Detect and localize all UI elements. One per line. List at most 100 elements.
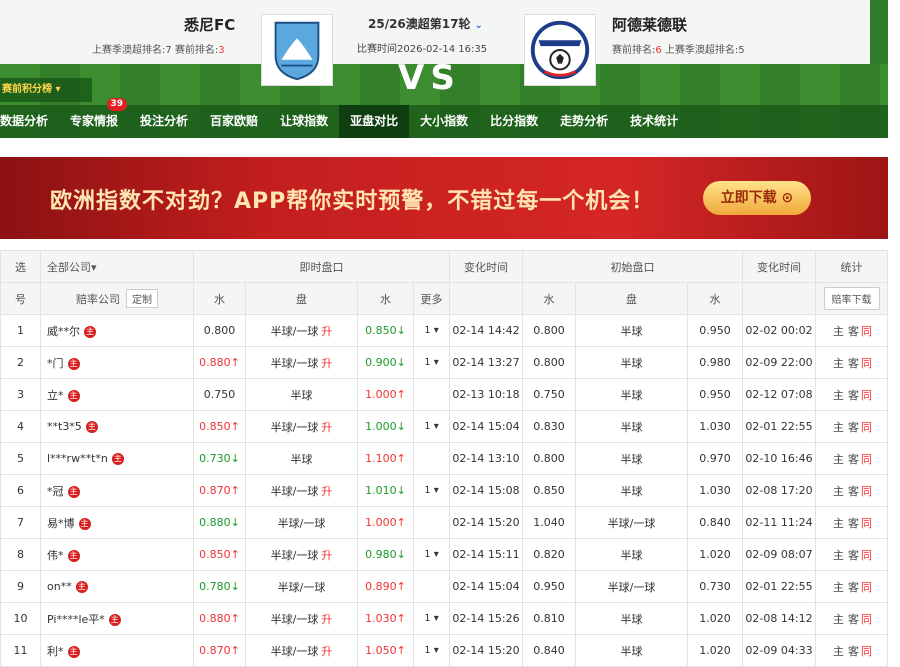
home-stats-link[interactable]: 主 — [833, 581, 844, 594]
away-team-name[interactable]: 阿德莱德联 — [612, 14, 687, 35]
nav-tab-1[interactable]: 专家情报 39 — [59, 98, 129, 138]
standings-dropdown[interactable]: 赛前积分榜 ▾ — [0, 78, 92, 102]
download-app-button[interactable]: 立即下载 ⊙ — [703, 181, 811, 215]
bookmaker-cell[interactable]: Pi****le平* 主 — [40, 602, 194, 635]
init-handicap-value: 半球/一球 — [607, 580, 656, 594]
away-stats-link[interactable]: 客 — [848, 517, 859, 530]
nav-tab-2[interactable]: 投注分析 — [129, 105, 199, 138]
away-team-logo[interactable] — [524, 14, 596, 86]
odds-download-button[interactable]: 赔率下载 — [823, 287, 880, 310]
home-stats-link[interactable]: 主 — [833, 325, 844, 338]
bookmaker-name[interactable]: Pi****le平* — [47, 613, 105, 626]
init-water-away-value: 1.020 — [699, 612, 731, 625]
nav-tab-6[interactable]: 大小指数 — [409, 105, 479, 138]
away-stats-link[interactable]: 客 — [848, 453, 859, 466]
away-stats-link[interactable]: 客 — [848, 421, 859, 434]
same-stats-link[interactable]: 同 — [861, 453, 872, 466]
same-stats-link[interactable]: 同 — [861, 517, 872, 530]
more-cell[interactable]: 1 ▾ — [413, 314, 450, 347]
away-stats-link[interactable]: 客 — [848, 325, 859, 338]
live-water-away: 1.100↑ — [357, 442, 414, 475]
bookmaker-cell[interactable]: on** 主 — [40, 570, 194, 603]
table-row: 6 *冠主 0.870↑ 半球/一球升 1.010↓ 1 ▾ 02-14 15:08 0.85… — [0, 474, 888, 507]
same-stats-link[interactable]: 同 — [861, 645, 872, 658]
bookmaker-cell[interactable]: 立* 主 — [40, 378, 194, 411]
bookmaker-name[interactable]: 易*博 — [47, 517, 75, 530]
init-handicap: 半球 — [575, 346, 688, 379]
row-number-text: 1 — [17, 324, 24, 337]
bookmaker-name[interactable]: 立* — [47, 389, 64, 402]
nav-tab-5[interactable]: 亚盘对比 — [339, 105, 410, 138]
home-stats-link[interactable]: 主 — [833, 549, 844, 562]
nav-tab-4[interactable]: 让球指数 — [269, 105, 339, 138]
nav-tab-8[interactable]: 走势分析 — [549, 105, 619, 138]
nav-tab-3[interactable]: 百家欧赔 — [199, 105, 269, 138]
home-team-name[interactable]: 悉尼FC — [184, 14, 235, 35]
init-water-away-value: 0.980 — [699, 356, 731, 369]
more-cell[interactable]: 1 ▾ — [413, 410, 450, 443]
stats-links: 主客同 — [815, 410, 888, 443]
more-cell[interactable]: 1 ▾ — [413, 538, 450, 571]
nav-tab-7[interactable]: 比分指数 — [479, 105, 549, 138]
bookmaker-cell[interactable]: 利* 主 — [40, 634, 194, 667]
away-stats-link[interactable]: 客 — [848, 645, 859, 658]
handicap-rise-label: 升 — [321, 324, 333, 338]
home-team-logo[interactable] — [261, 14, 333, 86]
bookmaker-name[interactable]: 威**尔 — [47, 325, 80, 338]
same-stats-link[interactable]: 同 — [861, 485, 872, 498]
bookmaker-name[interactable]: 利* — [47, 645, 64, 658]
caret-down-icon: ▾ — [55, 84, 61, 95]
live-change-time: 02-14 15:04 — [449, 570, 523, 603]
home-stats-link[interactable]: 主 — [833, 453, 844, 466]
bookmaker-name[interactable]: **t3*5 — [47, 420, 82, 433]
home-stats-link[interactable]: 主 — [833, 421, 844, 434]
nav-tab-9[interactable]: 技术统计 — [619, 105, 689, 138]
round-selector[interactable]: 25/26澳超第17轮 ⌄ — [368, 15, 483, 32]
same-stats-link[interactable]: 同 — [861, 325, 872, 338]
same-stats-link[interactable]: 同 — [861, 581, 872, 594]
bookmaker-name[interactable]: *门 — [47, 357, 64, 370]
promo-banner[interactable]: 欧洲指数不对劲？APP帮你实时预警，不错过每一个机会！ 立即下载 ⊙ — [0, 157, 888, 239]
company-filter[interactable]: 全部公司▾ — [40, 250, 194, 283]
customize-button[interactable]: 定制 — [126, 289, 158, 308]
live-handicap-value: 半球/一球 — [270, 548, 319, 562]
bookmaker-cell[interactable]: **t3*5 主 — [40, 410, 194, 443]
more-cell[interactable]: 1 ▾ — [413, 346, 450, 379]
bookmaker-cell[interactable]: 伟* 主 — [40, 538, 194, 571]
home-stats-link[interactable]: 主 — [833, 645, 844, 658]
away-stats-link[interactable]: 客 — [848, 389, 859, 402]
same-stats-link[interactable]: 同 — [861, 613, 872, 626]
more-cell[interactable]: 1 ▾ — [413, 474, 450, 507]
home-stats-link[interactable]: 主 — [833, 389, 844, 402]
away-stats-link[interactable]: 客 — [848, 357, 859, 370]
away-stats-link[interactable]: 客 — [848, 613, 859, 626]
bookmaker-name[interactable]: on** — [47, 580, 72, 593]
init-handicap-value: 半球 — [620, 356, 643, 370]
bookmaker-cell[interactable]: 易*博主 — [40, 506, 194, 539]
bookmaker-name[interactable]: *冠 — [47, 485, 64, 498]
same-stats-link[interactable]: 同 — [861, 549, 872, 562]
away-stats-link[interactable]: 客 — [848, 581, 859, 594]
live-water-home: 0.800 — [193, 314, 246, 347]
home-tag-icon: 主 — [67, 485, 80, 498]
same-stats-link[interactable]: 同 — [861, 389, 872, 402]
home-stats-link[interactable]: 主 — [833, 517, 844, 530]
same-stats-link[interactable]: 同 — [861, 421, 872, 434]
more-cell[interactable]: 1 ▾ — [413, 602, 450, 635]
same-stats-link[interactable]: 同 — [861, 357, 872, 370]
away-stats-link[interactable]: 客 — [848, 549, 859, 562]
bookmaker-cell[interactable]: *门主 — [40, 346, 194, 379]
home-stats-link[interactable]: 主 — [833, 357, 844, 370]
bookmaker-cell[interactable]: l***rw**t*n 主 — [40, 442, 194, 475]
nav-tab-0[interactable]: 数据分析 — [0, 105, 59, 138]
live-change-time-value: 02-14 13:27 — [452, 356, 520, 369]
bookmaker-name[interactable]: 伟* — [47, 549, 64, 562]
live-change-time-value: 02-13 10:18 — [452, 388, 520, 401]
more-cell[interactable]: 1 ▾ — [413, 634, 450, 667]
bookmaker-name[interactable]: l***rw**t*n — [47, 452, 108, 465]
home-stats-link[interactable]: 主 — [833, 613, 844, 626]
bookmaker-cell[interactable]: *冠主 — [40, 474, 194, 507]
away-stats-link[interactable]: 客 — [848, 485, 859, 498]
bookmaker-cell[interactable]: 威**尔主 — [40, 314, 194, 347]
home-stats-link[interactable]: 主 — [833, 485, 844, 498]
